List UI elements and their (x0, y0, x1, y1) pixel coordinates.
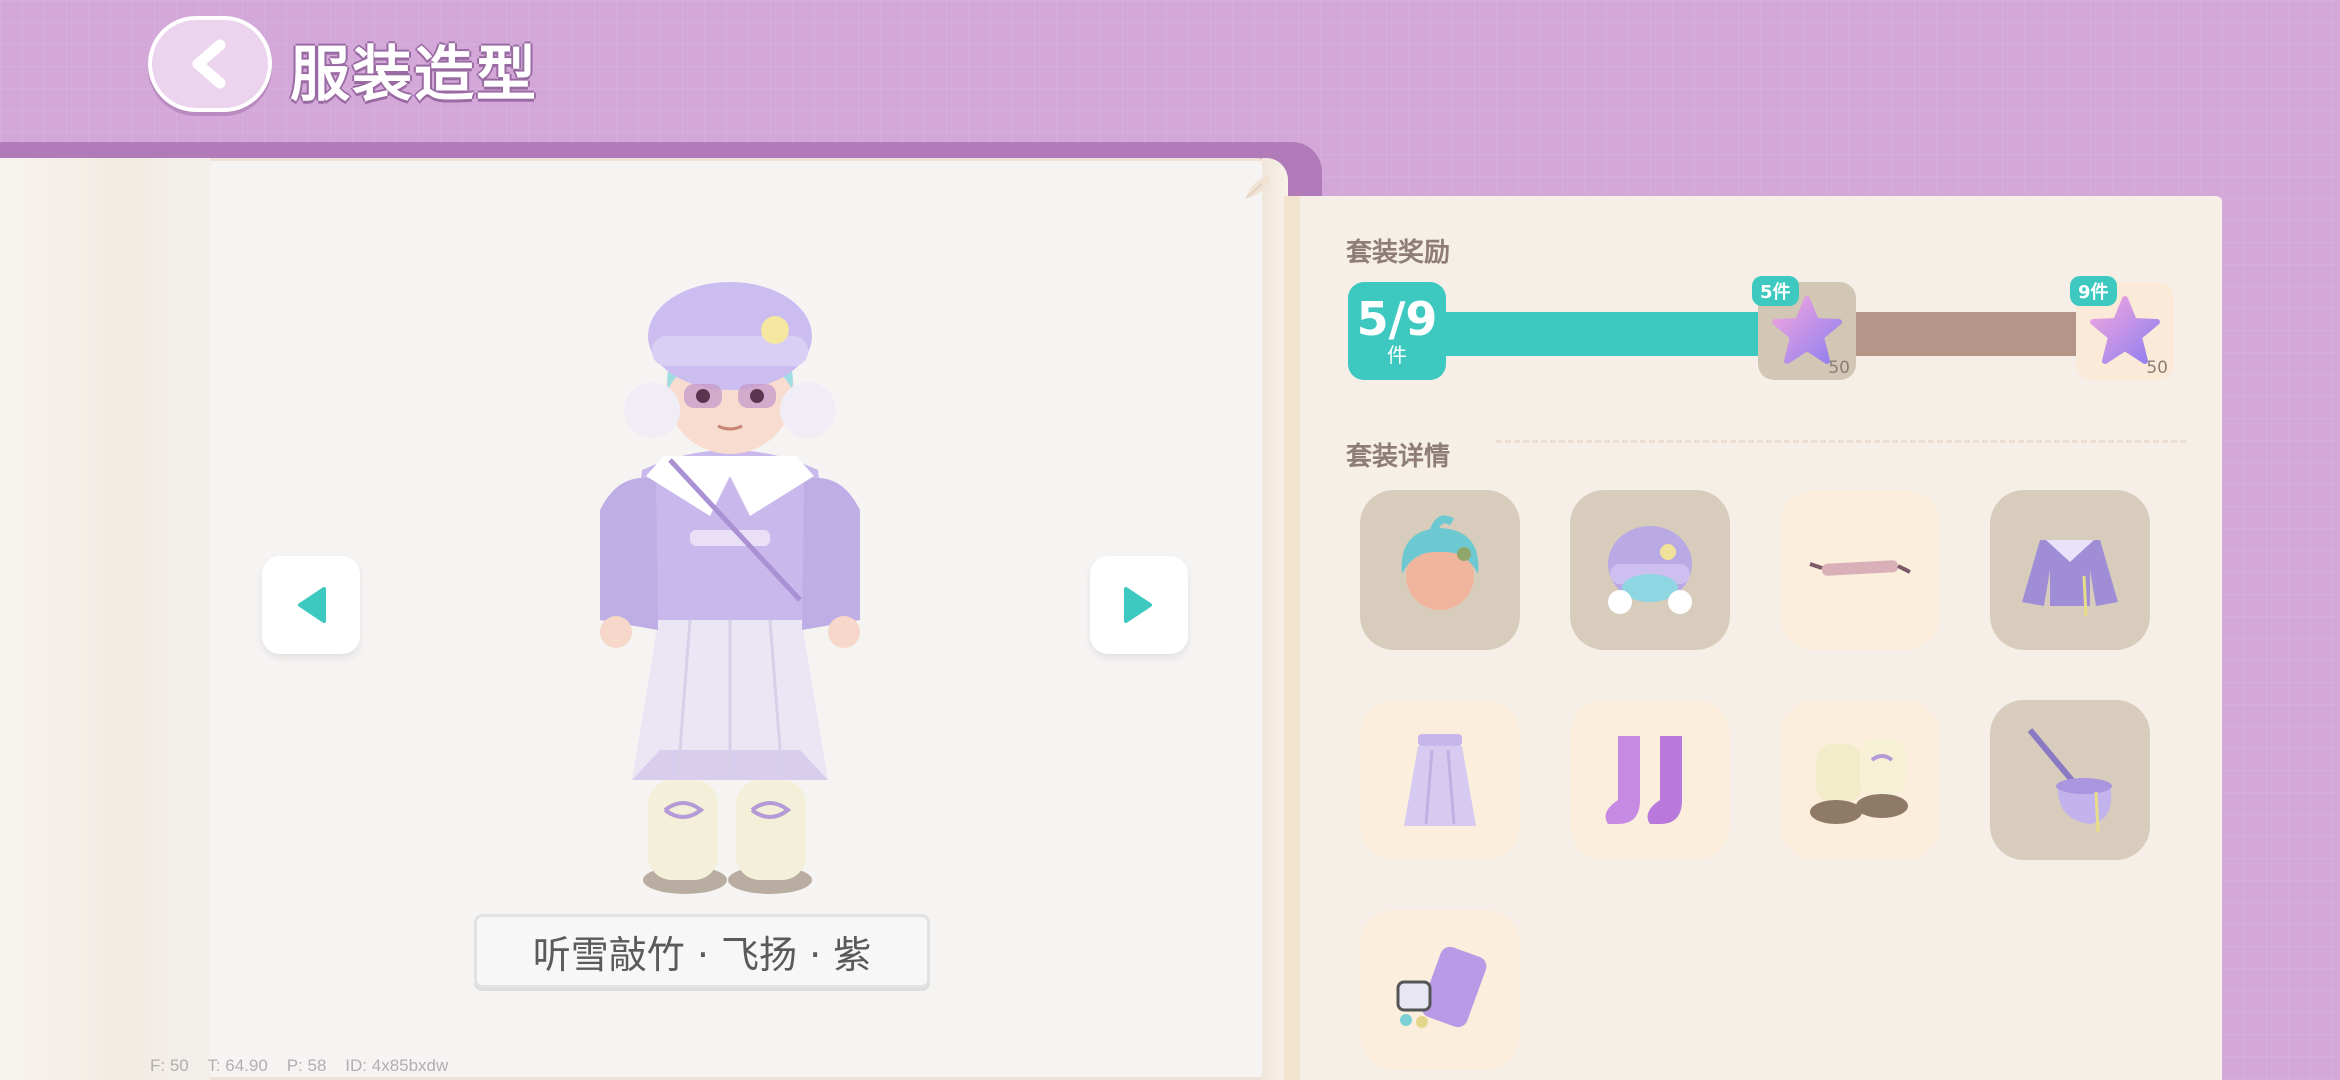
outfit-name-plate: 听雪敲竹 · 飞扬 · 紫 (474, 914, 930, 988)
collection-counter: 5/9 件 (1348, 282, 1446, 380)
item-bag[interactable] (1990, 700, 2150, 860)
boots-icon (1810, 738, 1908, 824)
outfit-name: 听雪敲竹 · 飞扬 · 紫 (532, 932, 872, 977)
collection-count: 5/9 (1356, 292, 1438, 346)
outfit-info-panel: 套装奖励 5/9 件 5件 50 9件 50 套装详情 (1300, 196, 2222, 1080)
knit-hat-icon (1608, 526, 1692, 614)
leaf-decoration-icon (1245, 176, 1270, 199)
skirt-icon (1404, 734, 1476, 826)
debug-readout: F: 50 T: 64.90 P: 58 ID: 4x85bxdw (150, 1056, 449, 1075)
bag-icon (2027, 728, 2112, 833)
next-outfit-button[interactable] (1090, 556, 1188, 654)
item-knit-hat[interactable] (1570, 490, 1730, 650)
triangle-right-icon (1124, 587, 1152, 623)
reward-tier-badge: 9件 (2070, 276, 2117, 306)
reward-tier-9[interactable]: 9件 50 (2070, 276, 2174, 380)
reward-quantity: 50 (2146, 358, 2168, 378)
collection-unit: 件 (1387, 343, 1407, 367)
triangle-left-icon (298, 587, 326, 623)
rewards-section-title: 套装奖励 (1346, 238, 1451, 268)
reward-tier-5[interactable]: 5件 50 (1752, 276, 1856, 380)
back-button[interactable] (148, 16, 272, 112)
item-glasses[interactable] (1780, 490, 1940, 650)
page-title: 服装造型 (290, 40, 538, 110)
item-skirt[interactable] (1360, 700, 1520, 860)
section-divider (1496, 440, 2186, 443)
details-section-title: 套装详情 (1346, 442, 1451, 472)
back-arrow-icon (192, 39, 226, 89)
socks-icon (1605, 736, 1682, 824)
reward-quantity: 50 (1828, 358, 1850, 378)
phone-accessory-icon (1396, 946, 1487, 1028)
item-socks[interactable] (1570, 700, 1730, 860)
glasses-icon (1809, 560, 1911, 576)
jacket-icon (2022, 540, 2118, 617)
reward-tier-badge: 5件 (1752, 276, 1799, 306)
item-boots[interactable] (1780, 700, 1940, 860)
reward-progress-fill (1440, 312, 1796, 356)
prev-outfit-button[interactable] (262, 556, 360, 654)
item-jacket[interactable] (1990, 490, 2150, 650)
hairstyle-icon (1401, 515, 1479, 610)
book-spine (0, 158, 210, 1080)
item-phone-accessory[interactable] (1360, 910, 1520, 1070)
character-model (600, 282, 860, 894)
item-hairstyle[interactable] (1360, 490, 1520, 650)
